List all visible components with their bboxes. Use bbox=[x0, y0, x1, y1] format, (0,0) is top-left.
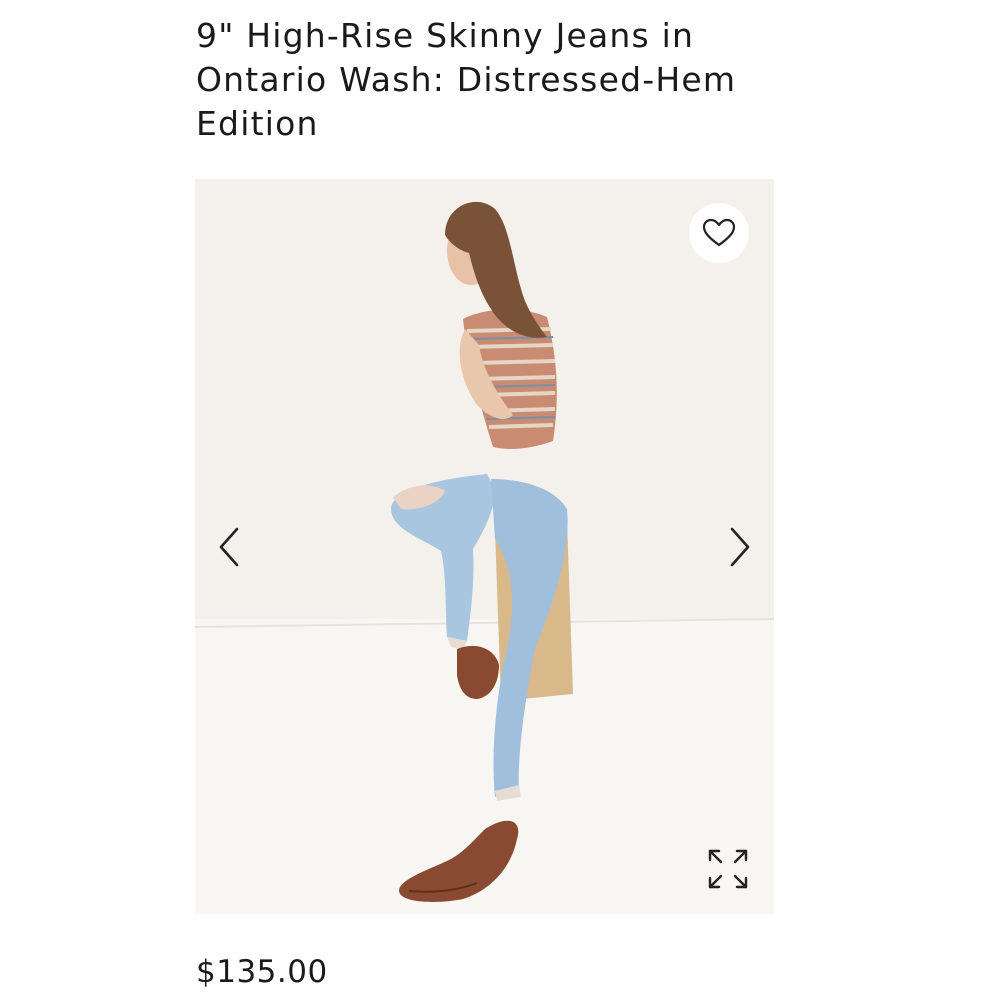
chevron-right-icon bbox=[730, 527, 750, 567]
product-gallery[interactable] bbox=[195, 179, 774, 914]
product-title: 9" High-Rise Skinny Jeans in Ontario Was… bbox=[196, 16, 737, 143]
product-page: 9" High-Rise Skinny Jeans in Ontario Was… bbox=[0, 0, 1000, 1000]
product-price: $135.00 bbox=[196, 954, 328, 990]
favorite-button[interactable] bbox=[689, 203, 749, 263]
chevron-left-icon bbox=[219, 527, 239, 567]
expand-arrows-icon bbox=[708, 849, 748, 889]
expand-image-button[interactable] bbox=[703, 844, 753, 894]
next-image-button[interactable] bbox=[720, 521, 760, 573]
heart-outline-icon bbox=[702, 218, 736, 247]
previous-image-button[interactable] bbox=[209, 521, 249, 573]
product-photo bbox=[195, 179, 774, 914]
